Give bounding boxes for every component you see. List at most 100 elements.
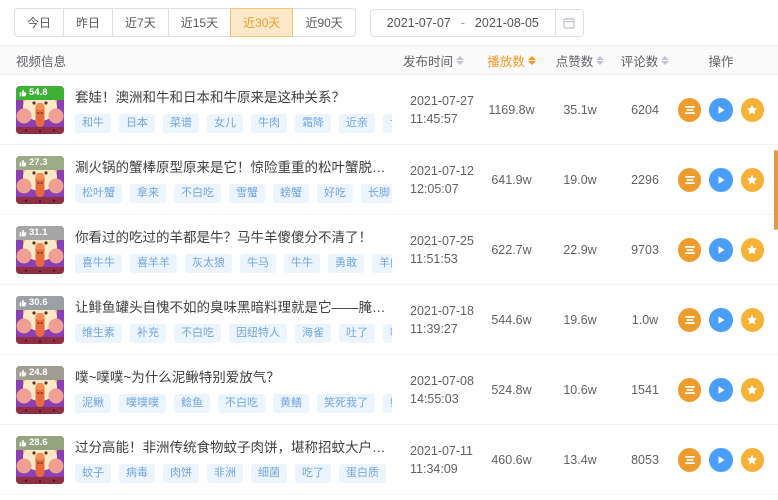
- publish-time-cell: 2021-07-12 12:05:07: [392, 162, 475, 198]
- like-count-value: 35.1w: [548, 103, 612, 117]
- favorite-button[interactable]: [741, 448, 764, 472]
- play-video-button[interactable]: [709, 308, 732, 332]
- filter-button[interactable]: 近90天: [292, 8, 355, 37]
- video-title[interactable]: 过分高能！非洲传统食物蚊子肉饼，堪称招蚊大户的翻身菜！: [75, 436, 392, 456]
- video-tag: 喜牛牛: [75, 254, 122, 272]
- filter-button[interactable]: 近15天: [168, 8, 231, 37]
- video-title[interactable]: 套娃！澳洲和牛和日本和牛原来是这种关系？: [75, 86, 392, 106]
- column-like-count[interactable]: 点赞数: [548, 51, 612, 70]
- sort-icons-play-count[interactable]: [528, 56, 536, 65]
- star-icon: [746, 104, 758, 116]
- calendar-icon[interactable]: [555, 10, 583, 36]
- video-title[interactable]: 让鲱鱼罐头自愧不如的臭味黑暗料理就是它——腌海雀！: [75, 296, 392, 316]
- video-meta: 让鲱鱼罐头自愧不如的臭味黑暗料理就是它——腌海雀！ 维生素补充不白吃因纽特人海雀…: [75, 296, 392, 342]
- table-row: 28.6 过分高能！非洲传统食物蚊子肉饼，堪称招蚊大户的翻身菜！ 蚊子病毒肉饼非…: [0, 425, 778, 495]
- video-tag: 不白吃: [174, 184, 221, 202]
- play-video-button[interactable]: [709, 448, 732, 472]
- play-count-value: 544.6w: [475, 313, 548, 327]
- video-thumbnail[interactable]: 30.6: [16, 296, 64, 344]
- publish-time-cell: 2021-07-08 14:55:03: [392, 372, 475, 408]
- comment-count-value: 9703: [612, 243, 678, 257]
- favorite-button[interactable]: [741, 238, 764, 262]
- data-detail-button[interactable]: [678, 308, 701, 332]
- actions-cell: [678, 238, 778, 262]
- score-badge: 30.6: [16, 296, 64, 310]
- filter-button[interactable]: 近30天: [230, 8, 293, 37]
- star-icon: [746, 314, 758, 326]
- video-tag: 病毒: [119, 464, 155, 482]
- favorite-button[interactable]: [741, 308, 764, 332]
- video-tag: 因纽特人: [229, 324, 287, 342]
- video-tag: 松叶蟹: [75, 184, 122, 202]
- publish-time: 12:05:07: [410, 180, 475, 198]
- thumbs-up-icon: [19, 369, 27, 377]
- data-detail-button[interactable]: [678, 448, 701, 472]
- video-tag: 蛋白质: [339, 464, 386, 482]
- data-detail-button[interactable]: [678, 378, 701, 402]
- actions-cell: [678, 378, 778, 402]
- column-publish-time[interactable]: 发布时间: [392, 51, 475, 70]
- table-row: 54.8 套娃！澳洲和牛和日本和牛原来是这种关系？ 和牛日本菜谱女儿牛肉霜降近亲…: [0, 75, 778, 145]
- column-play-count[interactable]: 播放数: [475, 51, 548, 70]
- publish-time: 11:45:57: [410, 110, 475, 128]
- video-thumbnail[interactable]: 28.6: [16, 436, 64, 484]
- column-comment-count[interactable]: 评论数: [612, 51, 678, 70]
- date-range-picker[interactable]: 2021-07-07 - 2021-08-05: [370, 9, 584, 37]
- favorite-button[interactable]: [741, 378, 764, 402]
- data-detail-button[interactable]: [678, 238, 701, 262]
- video-meta: 噗~噗噗~为什么泥鳅特别爱放气？ 泥鳅噗噗噗鲶鱼不白吃黄鳝笑死我了鲤鱼国宝: [75, 366, 392, 412]
- play-video-button[interactable]: [709, 168, 732, 192]
- video-thumbnail[interactable]: 24.8: [16, 366, 64, 414]
- play-video-button[interactable]: [709, 98, 732, 122]
- star-icon: [746, 244, 758, 256]
- filter-button[interactable]: 昨日: [63, 8, 113, 37]
- score-badge: 54.8: [16, 86, 64, 100]
- publish-time-cell: 2021-07-25 11:51:53: [392, 232, 475, 268]
- video-thumbnail[interactable]: 54.8: [16, 86, 64, 134]
- sort-icons-publish-time[interactable]: [456, 56, 464, 65]
- favorite-button[interactable]: [741, 98, 764, 122]
- video-info-cell: 24.8 噗~噗噗~为什么泥鳅特别爱放气？ 泥鳅噗噗噗鲶鱼不白吃黄鳝笑死我了鲤鱼…: [16, 366, 392, 414]
- video-title[interactable]: 噗~噗噗~为什么泥鳅特别爱放气？: [75, 366, 392, 386]
- score-value: 31.1: [29, 227, 48, 238]
- video-meta: 你看过的吃过的羊都是牛？马牛羊傻傻分不清了！ 喜牛牛喜羊羊灰太狼牛马牛牛勇敢羊肉…: [75, 226, 392, 272]
- sort-icons-comment-count[interactable]: [661, 56, 669, 65]
- comment-count-value: 1541: [612, 383, 678, 397]
- play-count-value: 460.6w: [475, 453, 548, 467]
- video-table-body: 54.8 套娃！澳洲和牛和日本和牛原来是这种关系？ 和牛日本菜谱女儿牛肉霜降近亲…: [0, 75, 778, 495]
- video-title[interactable]: 你看过的吃过的羊都是牛？马牛羊傻傻分不清了！: [75, 226, 392, 246]
- video-tag: 喜羊羊: [130, 254, 177, 272]
- video-title[interactable]: 涮火锅的蟹棒原型原来是它！惊险重重的松叶蟹脱壳之旅~: [75, 156, 392, 176]
- publish-time-cell: 2021-07-11 11:34:09: [392, 442, 475, 478]
- video-tag: 和牛: [75, 114, 111, 132]
- column-actions: 操作: [678, 51, 778, 70]
- video-tag: 好吃: [317, 184, 353, 202]
- play-video-button[interactable]: [709, 238, 732, 262]
- play-icon: [716, 105, 726, 115]
- date-quick-filters: 今日昨日近7天近15天近30天近90天: [14, 8, 356, 37]
- score-value: 24.8: [29, 367, 48, 378]
- filter-button[interactable]: 近7天: [112, 8, 169, 37]
- video-tag: 吃了: [295, 464, 331, 482]
- filter-button[interactable]: 今日: [14, 8, 64, 37]
- video-tag: 非洲: [207, 464, 243, 482]
- like-count-value: 19.6w: [548, 313, 612, 327]
- video-tag: 泥鳅: [75, 394, 111, 412]
- video-meta: 涮火锅的蟹棒原型原来是它！惊险重重的松叶蟹脱壳之旅~ 松叶蟹拿来不白吃雪蟹螃蟹好…: [75, 156, 392, 202]
- video-tag: 谈恋爱: [383, 114, 392, 132]
- data-detail-button[interactable]: [678, 98, 701, 122]
- tag-list: 蚊子病毒肉饼非洲细菌吃了蛋白质非洲人: [75, 464, 392, 482]
- sort-icons-like-count[interactable]: [596, 56, 604, 65]
- actions-cell: [678, 98, 778, 122]
- data-detail-button[interactable]: [678, 168, 701, 192]
- play-icon: [716, 385, 726, 395]
- play-video-button[interactable]: [709, 378, 732, 402]
- scrollbar-thumb[interactable]: [774, 150, 778, 230]
- actions-cell: [678, 448, 778, 472]
- column-video-info: 视频信息: [16, 51, 392, 70]
- score-value: 27.3: [29, 157, 48, 168]
- favorite-button[interactable]: [741, 168, 764, 192]
- video-tag: 螃蟹: [273, 184, 309, 202]
- video-thumbnail[interactable]: 27.3: [16, 156, 64, 204]
- video-thumbnail[interactable]: 31.1: [16, 226, 64, 274]
